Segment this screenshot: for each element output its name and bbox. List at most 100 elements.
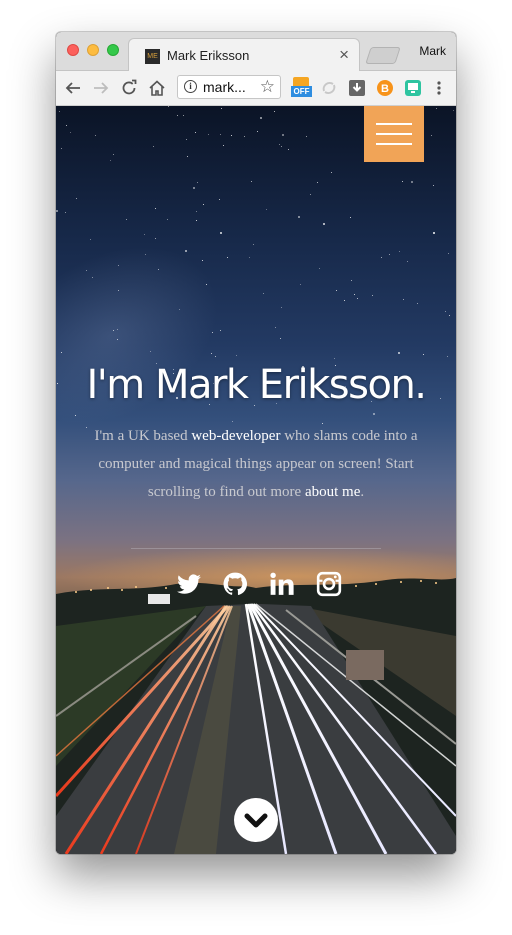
star: [354, 294, 355, 295]
star: [193, 187, 195, 189]
star: [61, 148, 62, 149]
tab-close-icon[interactable]: ×: [339, 45, 349, 65]
star: [203, 204, 204, 205]
tab-strip: ME Mark Eriksson × Mark: [56, 32, 456, 72]
star: [447, 356, 448, 357]
twitter-icon[interactable]: [176, 571, 202, 597]
star: [423, 354, 424, 355]
star: [274, 111, 275, 112]
star: [206, 284, 207, 285]
star: [453, 110, 454, 111]
linkedin-icon[interactable]: [269, 571, 295, 597]
star: [220, 232, 222, 234]
reload-icon: [122, 79, 137, 95]
new-tab-button[interactable]: [365, 47, 401, 64]
star: [186, 139, 187, 140]
star: [263, 293, 264, 294]
coupon-off-icon[interactable]: OFF: [291, 77, 312, 97]
star: [61, 352, 62, 353]
more-vertical-icon: [437, 81, 441, 95]
star: [231, 135, 232, 136]
star: [150, 351, 151, 352]
star: [251, 181, 252, 182]
star: [195, 132, 196, 133]
maximize-window-button[interactable]: [107, 44, 119, 56]
home-icon: [149, 80, 165, 96]
star: [417, 303, 418, 304]
star: [244, 136, 245, 137]
star: [86, 270, 87, 271]
screen-icon[interactable]: [404, 79, 422, 97]
star: [236, 355, 237, 356]
browser-window: ME Mark Eriksson × Mark i mark... ☆ OFF …: [56, 32, 456, 854]
tab-mark-eriksson[interactable]: ME Mark Eriksson ×: [128, 38, 360, 72]
star: [187, 156, 188, 157]
download-icon[interactable]: [348, 79, 366, 97]
star: [282, 134, 284, 136]
home-button[interactable]: [146, 77, 168, 99]
star: [372, 295, 373, 296]
instagram-icon[interactable]: [316, 571, 342, 597]
star: [433, 185, 434, 186]
star: [260, 117, 262, 119]
profile-name[interactable]: Mark: [419, 44, 446, 58]
minimize-window-button[interactable]: [87, 44, 99, 56]
reload-button[interactable]: [118, 77, 140, 99]
forward-button[interactable]: [90, 77, 112, 99]
back-arrow-icon: [65, 82, 80, 94]
star: [66, 125, 67, 126]
bitcoin-icon[interactable]: B: [376, 79, 394, 97]
star: [167, 219, 168, 220]
star: [431, 135, 432, 136]
star: [253, 244, 254, 245]
star: [249, 257, 250, 258]
forward-arrow-icon: [94, 82, 109, 94]
star: [279, 144, 280, 145]
star: [449, 315, 450, 316]
star: [179, 309, 180, 310]
star: [155, 208, 156, 209]
star: [126, 219, 127, 220]
svg-text:B: B: [381, 83, 389, 95]
back-button[interactable]: [62, 77, 84, 99]
star: [144, 234, 145, 235]
star: [445, 311, 446, 312]
star: [344, 300, 345, 301]
chevron-down-icon: [244, 813, 268, 828]
menu-bar-top: [376, 123, 412, 125]
star: [351, 280, 352, 281]
star: [95, 135, 96, 136]
divider: [131, 548, 381, 549]
star: [196, 220, 197, 221]
site-info-icon[interactable]: i: [184, 80, 197, 93]
sync-icon[interactable]: [320, 79, 338, 97]
menu-bar-bottom: [376, 143, 412, 145]
extension-badge: OFF: [291, 86, 312, 97]
star: [155, 238, 156, 239]
close-window-button[interactable]: [67, 44, 79, 56]
star: [317, 182, 318, 183]
star: [220, 330, 221, 331]
star: [65, 212, 66, 213]
star: [70, 132, 71, 133]
about-me-link[interactable]: about me: [305, 484, 360, 500]
star: [145, 254, 146, 255]
browser-menu-button[interactable]: [428, 77, 450, 99]
bookmark-star-icon[interactable]: ☆: [260, 77, 275, 97]
scroll-down-button[interactable]: [234, 798, 278, 842]
web-developer-link[interactable]: web-developer: [191, 428, 280, 444]
hamburger-menu-button[interactable]: [364, 106, 424, 162]
star: [310, 194, 311, 195]
star: [76, 198, 77, 199]
star: [86, 427, 87, 428]
address-bar[interactable]: i mark... ☆: [177, 75, 281, 99]
star: [59, 111, 60, 112]
hero-text-part: .: [360, 484, 365, 500]
star: [275, 327, 276, 328]
github-icon[interactable]: [222, 571, 248, 597]
star: [403, 299, 404, 300]
address-text: mark...: [203, 79, 246, 95]
star: [398, 352, 400, 354]
site-favicon-icon: ME: [145, 49, 160, 64]
star: [357, 298, 358, 299]
